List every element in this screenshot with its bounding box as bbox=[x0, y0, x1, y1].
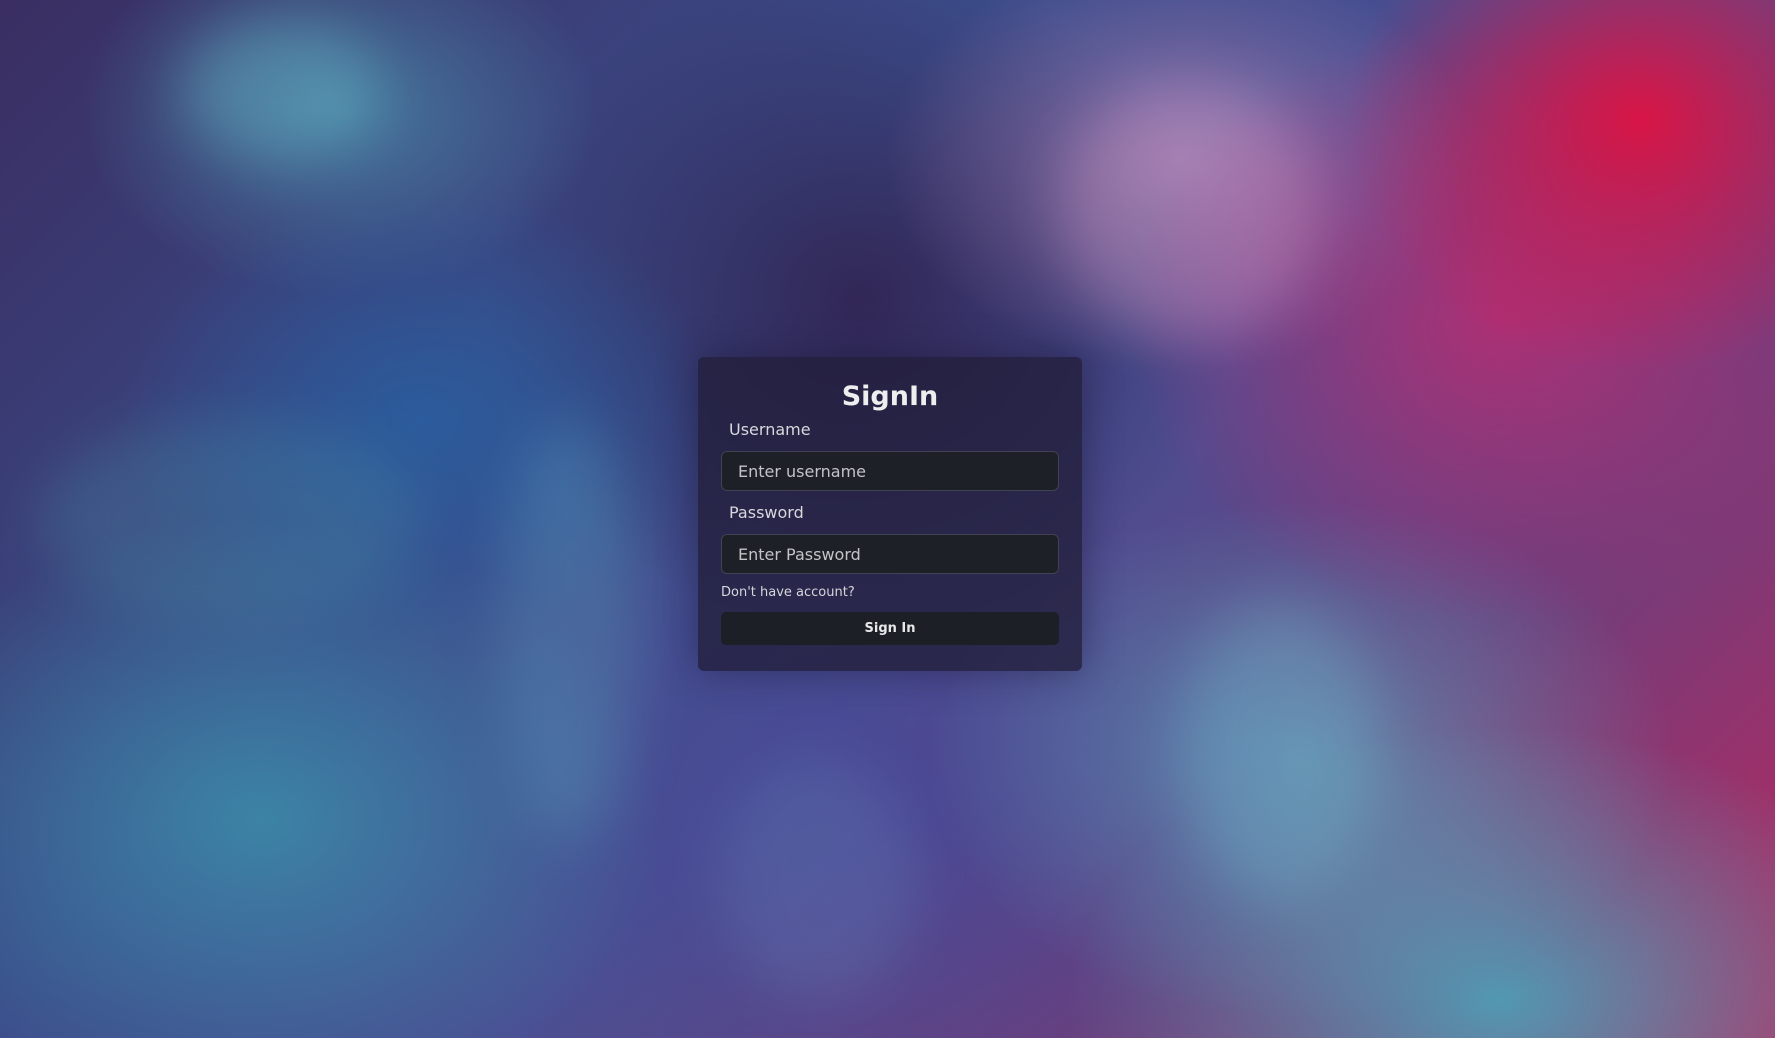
smoke-plume bbox=[40, 420, 420, 620]
username-input[interactable] bbox=[721, 451, 1059, 491]
signup-link[interactable]: Don't have account? bbox=[721, 585, 855, 601]
smoke-plume bbox=[720, 760, 920, 1000]
smoke-plume bbox=[500, 420, 640, 840]
signin-button[interactable]: Sign In bbox=[721, 612, 1059, 645]
signin-form: SignIn Username Password Don't have acco… bbox=[698, 357, 1082, 671]
smoke-plume bbox=[180, 20, 380, 160]
smoke-plume bbox=[1180, 600, 1380, 900]
signin-title: SignIn bbox=[841, 381, 939, 412]
username-label: Username bbox=[729, 420, 811, 439]
smoke-plume bbox=[1060, 80, 1320, 340]
password-input[interactable] bbox=[721, 534, 1059, 574]
password-label: Password bbox=[729, 503, 804, 522]
